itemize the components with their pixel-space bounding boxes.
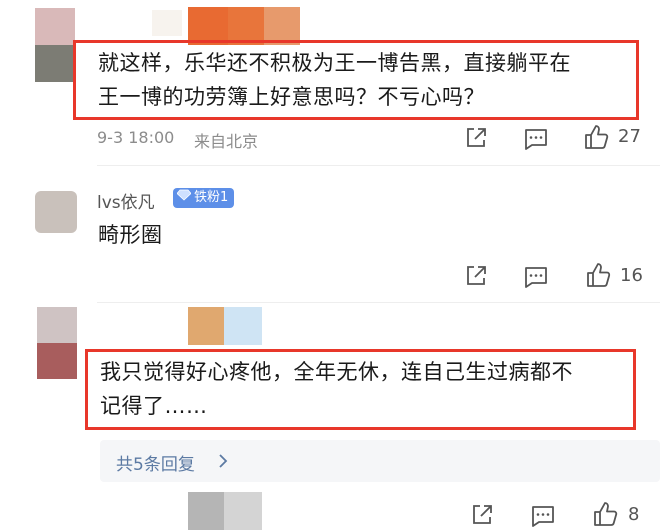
- share-icon[interactable]: [470, 503, 494, 527]
- comment-time: 9-3 18:00: [97, 128, 175, 147]
- avatar-decoration: [152, 10, 182, 36]
- like-count: 16: [620, 265, 643, 286]
- thumbs-up-icon[interactable]: [592, 501, 618, 527]
- username-redacted[interactable]: [188, 307, 262, 345]
- like-count: 8: [628, 504, 640, 525]
- comment-location: 来自北京: [194, 132, 259, 151]
- replies-link[interactable]: 共5条回复: [116, 450, 195, 475]
- username[interactable]: lvs依凡: [97, 188, 155, 213]
- chevron-right-icon: [218, 453, 228, 473]
- comment-text-line1: 我只觉得好心疼他，全年无休，连自己生过病都不: [100, 360, 573, 384]
- like-count: 27: [618, 126, 641, 147]
- share-icon[interactable]: [464, 126, 488, 150]
- comment-icon[interactable]: [523, 127, 549, 151]
- comment-text-line2: 王一博的功劳簿上好意思吗？不亏心吗？: [98, 85, 485, 109]
- comment-text-line1: 就这样，乐华还不积极为王一博告黑，直接躺平在: [98, 51, 571, 75]
- avatar[interactable]: [35, 191, 77, 233]
- divider: [97, 302, 660, 303]
- comment-icon[interactable]: [530, 504, 556, 528]
- divider: [97, 165, 660, 166]
- avatar[interactable]: [35, 8, 75, 82]
- fan-badge[interactable]: 铁粉1: [173, 188, 235, 208]
- diamond-icon: [176, 188, 192, 208]
- comment-icon[interactable]: [523, 265, 549, 289]
- thumbs-up-icon[interactable]: [585, 262, 611, 288]
- username-redacted: [188, 492, 262, 530]
- share-icon[interactable]: [464, 264, 488, 288]
- comment-text-line2: 记得了……: [100, 394, 208, 418]
- badge-label: 铁粉1: [194, 190, 229, 205]
- thumbs-up-icon[interactable]: [583, 124, 609, 150]
- replies-bar[interactable]: 共5条回复: [100, 440, 660, 482]
- comment-text: 畸形圈: [98, 223, 163, 247]
- avatar[interactable]: [37, 307, 77, 379]
